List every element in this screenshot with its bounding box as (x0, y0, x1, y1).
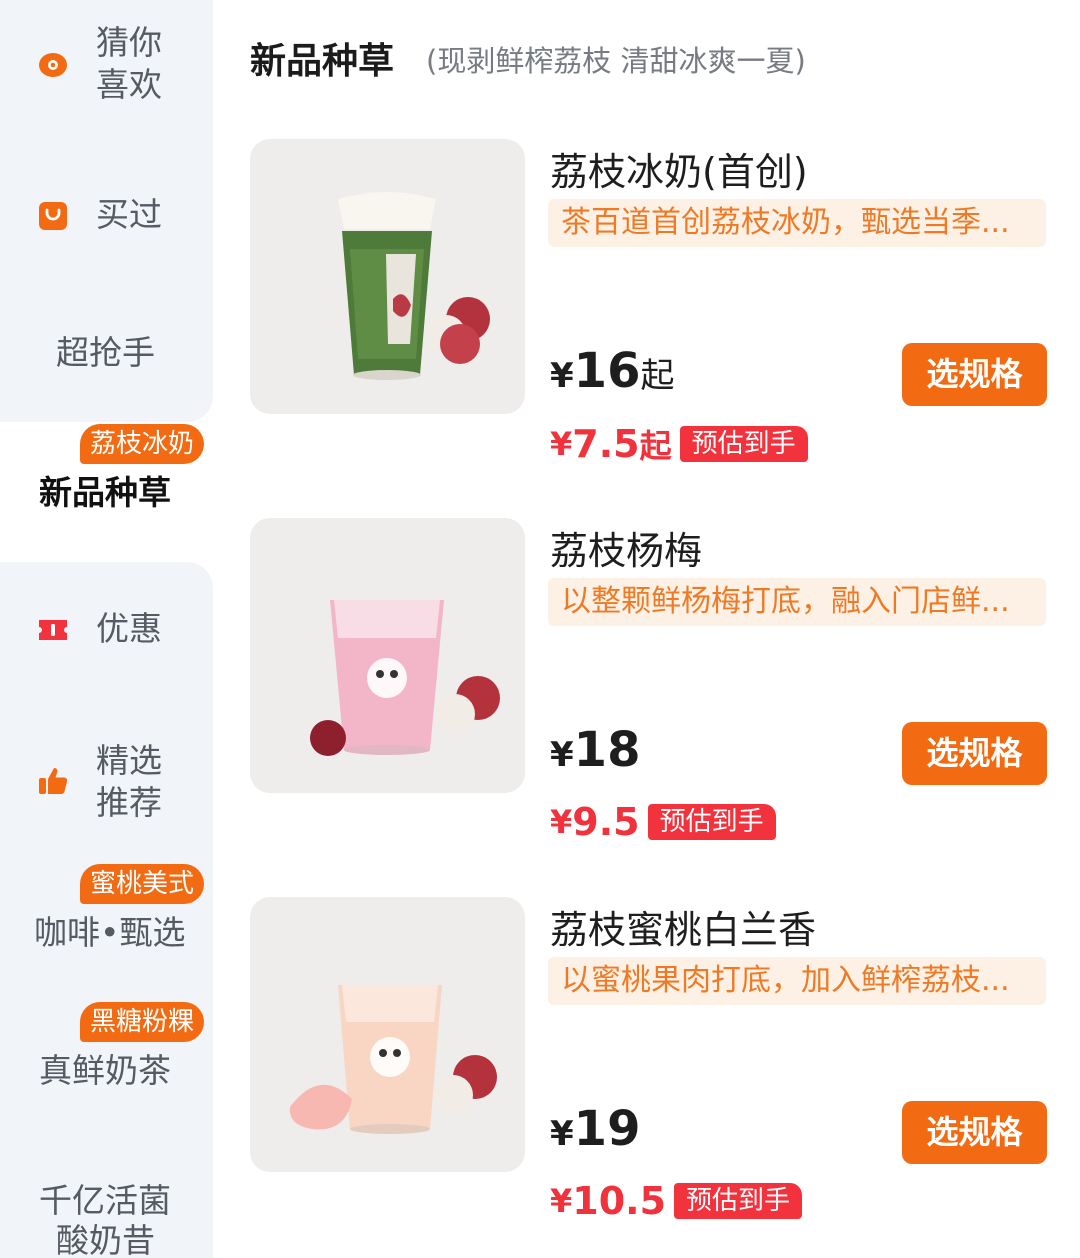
sidebar-item-label: 酸奶昔 (56, 1221, 155, 1258)
sidebar-item-label: 买过 (96, 195, 162, 234)
deal-price-value: 7.5 (572, 422, 640, 466)
sidebar-item-label: 推荐 (96, 783, 162, 822)
price: ¥16起 (550, 343, 674, 399)
deal-price: ¥7.5 起 预估到手 (550, 421, 808, 467)
product-image[interactable] (250, 518, 525, 793)
sidebar-item-label: 超抢手 (56, 333, 155, 372)
price-value: 19 (573, 1101, 641, 1157)
sidebar-item-featured[interactable]: 精选 推荐 (0, 740, 213, 826)
shopping-bag-icon (39, 202, 67, 230)
category-sidebar: 猜你 喜欢 买过 超抢手 荔枝冰奶 新品种草 优惠 精选 推荐 蜜桃美式 咖啡•… (0, 0, 213, 1258)
price: ¥19 (550, 1101, 640, 1157)
promo-tag: 蜜桃美式 (80, 864, 205, 904)
sidebar-item-yogurt-shake[interactable]: 千亿活菌 酸奶昔 (0, 1180, 213, 1258)
sidebar-item-coffee[interactable]: 蜜桃美式 咖啡•甄选 (0, 864, 213, 954)
sidebar-item-hot-picks[interactable]: 超抢手 (0, 332, 213, 376)
sidebar-item-new-products[interactable]: 荔枝冰奶 新品种草 (0, 424, 213, 524)
product-name: 荔枝杨梅 (550, 529, 703, 573)
sidebar-item-label: 真鲜奶茶 (39, 1051, 171, 1090)
deal-price: ¥9.5 预估到手 (550, 800, 776, 844)
select-spec-button[interactable]: 选规格 (902, 1101, 1047, 1164)
promo-tag: 荔枝冰奶 (80, 424, 205, 464)
estimated-price-badge: 预估到手 (674, 1183, 803, 1219)
product-name: 荔枝蜜桃白兰香 (550, 908, 817, 952)
price-value: 18 (573, 722, 641, 778)
product-description: 以蜜桃果肉打底，加入鲜榨荔枝... (548, 957, 1046, 1005)
currency-symbol: ¥ (550, 735, 574, 775)
estimated-price-badge: 预估到手 (679, 426, 808, 462)
price-suffix: 起 (640, 356, 675, 396)
drink-illustration (289, 985, 497, 1134)
sidebar-item-label: 新品种草 (39, 473, 171, 512)
section-title: 新品种草 (250, 41, 395, 82)
product-image[interactable] (250, 139, 525, 414)
sidebar-item-label: 喜欢 (96, 65, 162, 104)
price-value: 16 (573, 343, 641, 399)
product-card[interactable]: 荔枝冰奶(首创) 茶百道首创荔枝冰奶，甄选当季... ¥16起 ¥7.5 起 预估… (250, 139, 1050, 484)
sidebar-item-guess-you-like[interactable]: 猜你 喜欢 (0, 22, 213, 112)
coupon-icon (39, 620, 67, 640)
select-spec-button[interactable]: 选规格 (902, 722, 1047, 785)
product-name: 荔枝冰奶(首创) (550, 150, 808, 194)
promo-tag: 黑糖粉粿 (80, 1002, 205, 1042)
product-card[interactable]: 荔枝杨梅 以整颗鲜杨梅打底，融入门店鲜... ¥18 ¥9.5 预估到手 选规格 (250, 518, 1050, 863)
currency-symbol: ¥ (550, 356, 574, 396)
section-subtitle: (现剥鲜榨荔枝 清甜冰爽一夏) (426, 44, 806, 78)
sidebar-item-label: 优惠 (96, 609, 162, 648)
deal-price-value: 9.5 (572, 800, 640, 844)
currency-symbol: ¥ (550, 803, 573, 841)
deal-price-suffix: 起 (639, 427, 672, 465)
currency-symbol: ¥ (550, 425, 573, 463)
select-spec-button[interactable]: 选规格 (902, 343, 1047, 406)
product-card[interactable]: 荔枝蜜桃白兰香 以蜜桃果肉打底，加入鲜榨荔枝... ¥19 ¥10.5 预估到手… (250, 897, 1050, 1242)
price: ¥18 (550, 722, 640, 778)
sidebar-item-discounts[interactable]: 优惠 (0, 608, 213, 652)
thumbs-up-icon (39, 768, 68, 794)
sidebar-item-label: 精选 (96, 741, 162, 780)
sidebar-item-bought[interactable]: 买过 (0, 194, 213, 238)
sidebar-item-label: 猜你 (96, 23, 162, 62)
deal-price: ¥10.5 预估到手 (550, 1179, 803, 1223)
product-description: 以整颗鲜杨梅打底，融入门店鲜... (548, 578, 1046, 626)
currency-symbol: ¥ (550, 1182, 573, 1220)
sidebar-item-milk-tea[interactable]: 黑糖粉粿 真鲜奶茶 (0, 1002, 213, 1092)
product-image[interactable] (250, 897, 525, 1172)
estimated-price-badge: 预估到手 (647, 804, 776, 840)
product-description: 茶百道首创荔枝冰奶，甄选当季... (548, 199, 1046, 247)
drink-illustration (338, 192, 490, 380)
drink-illustration (310, 600, 500, 756)
sidebar-item-label: 千亿活菌 (39, 1181, 171, 1220)
eye-icon (39, 53, 67, 77)
sidebar-item-label: 咖啡•甄选 (34, 913, 186, 952)
currency-symbol: ¥ (550, 1114, 574, 1154)
deal-price-value: 10.5 (572, 1179, 667, 1223)
